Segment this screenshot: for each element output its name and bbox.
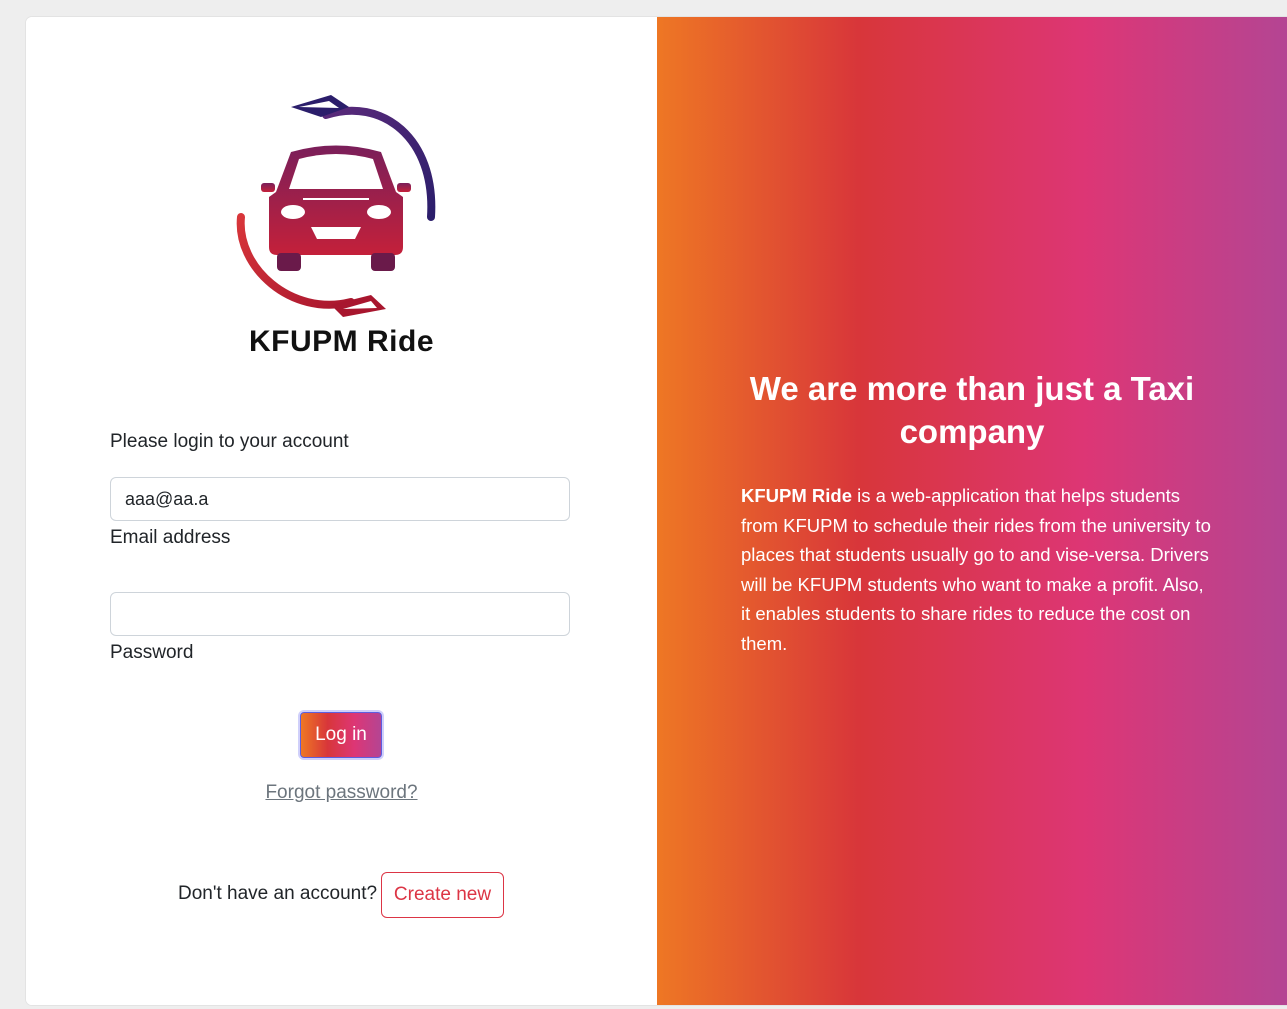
promo-brand: KFUPM Ride [741, 485, 852, 506]
login-card: KFUPM Ride Please login to your account … [26, 17, 1287, 1005]
car-with-hands-logo-icon [236, 95, 436, 317]
brand-name: KFUPM Ride [249, 325, 434, 358]
email-label: Email address [110, 527, 231, 548]
promo-panel: We are more than just a Taxi company KFU… [657, 17, 1287, 1005]
password-label: Password [110, 642, 194, 663]
email-input[interactable] [110, 477, 570, 521]
promo-description: KFUPM Ride is a web-application that hel… [741, 481, 1211, 658]
promo-headline: We are more than just a Taxi company [749, 370, 1195, 450]
login-button[interactable]: Log in [300, 712, 382, 758]
login-panel: KFUPM Ride Please login to your account … [26, 17, 657, 1005]
password-input[interactable] [110, 592, 570, 636]
promo-text: is a web-application that helps students… [741, 485, 1211, 654]
no-account-text: Don't have an account? [178, 883, 378, 904]
forgot-password-link[interactable]: Forgot password? [26, 782, 657, 804]
create-new-button[interactable]: Create new [381, 872, 504, 918]
login-prompt: Please login to your account [110, 431, 349, 452]
